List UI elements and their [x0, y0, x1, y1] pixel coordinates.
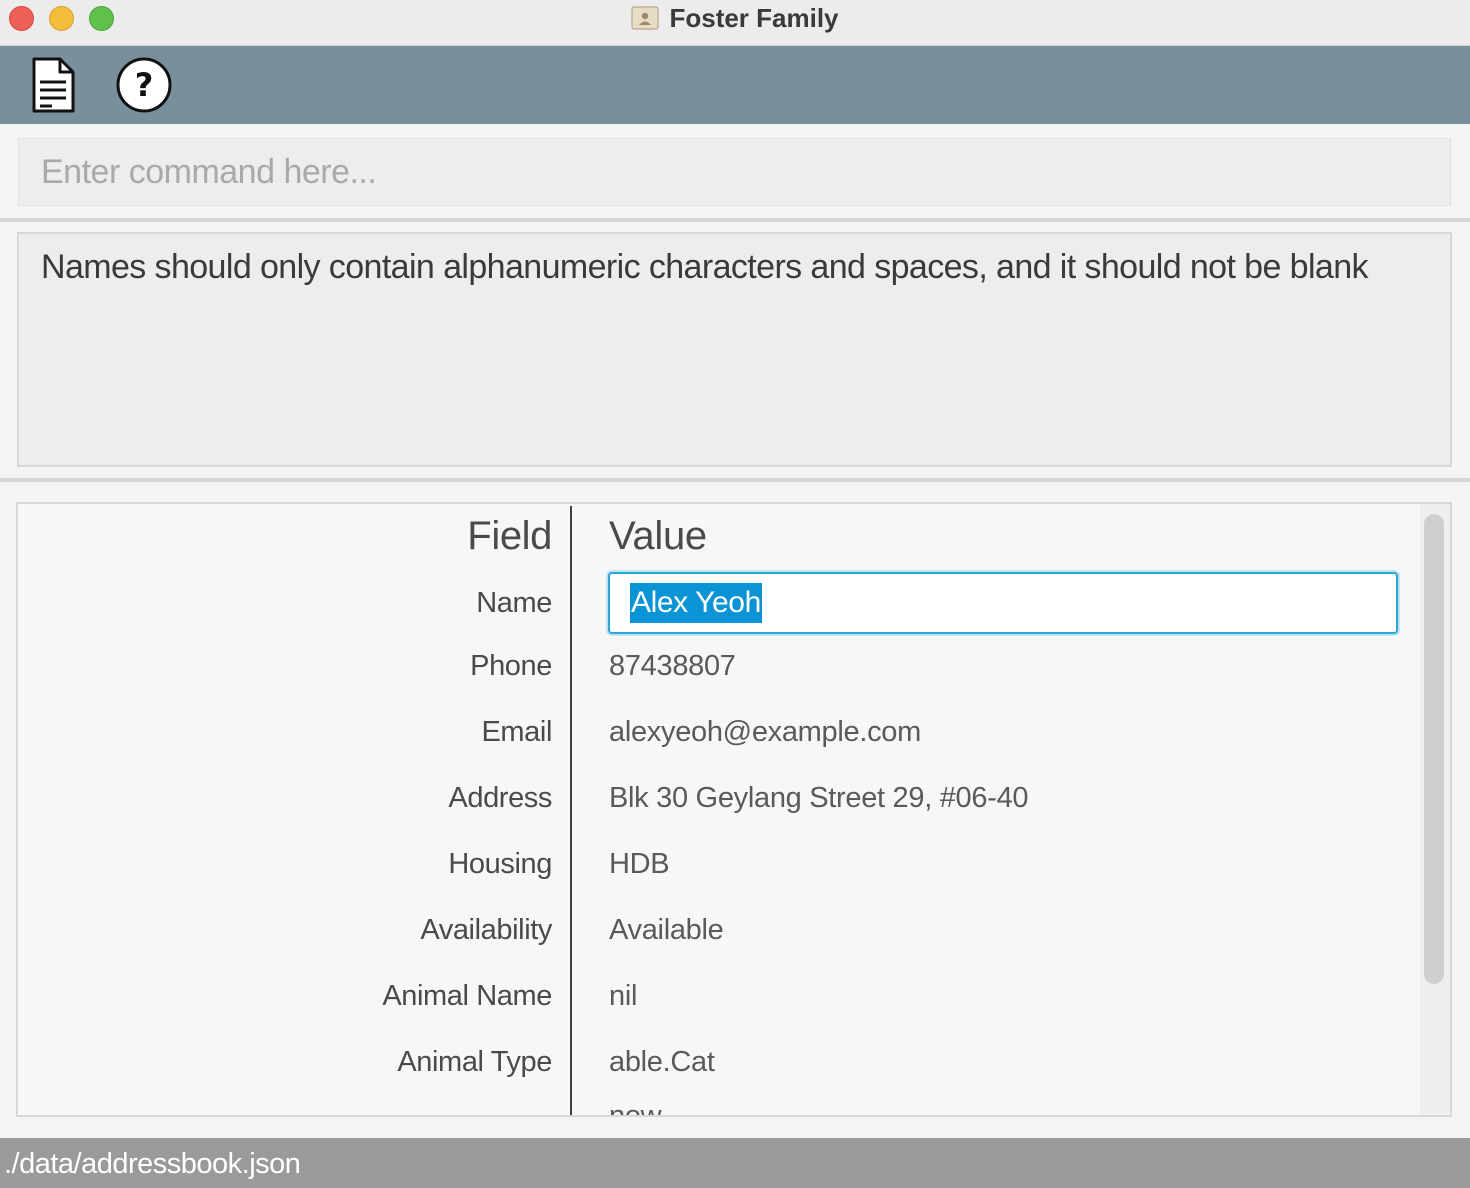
table-row: now	[18, 1100, 1418, 1115]
table-row: Name Alex Yeoh	[18, 572, 1418, 640]
scrollbar-thumb[interactable]	[1424, 514, 1444, 984]
name-selected-text: Alex Yeoh	[630, 583, 762, 623]
table-row: Email alexyeoh@example.com	[18, 716, 1418, 782]
contact-card-icon	[631, 6, 660, 30]
table-header: Field Value	[18, 514, 1418, 580]
name-edit-field[interactable]: Alex Yeoh	[608, 572, 1398, 634]
svg-text:?: ?	[135, 66, 154, 104]
window-title-group: Foster Family	[0, 0, 1470, 36]
window-title: Foster Family	[669, 2, 839, 33]
details-area: Field Value Name Alex Yeoh Phone 8743880…	[0, 482, 1470, 1138]
question-icon: ?	[116, 57, 172, 113]
field-value[interactable]: HDB	[609, 848, 670, 881]
field-label: Phone	[470, 650, 552, 682]
field-value[interactable]: alexyeoh@example.com	[609, 716, 921, 749]
table-row: Availability Available	[18, 914, 1418, 980]
field-label: Animal Name	[382, 980, 552, 1012]
details-table: Field Value Name Alex Yeoh Phone 8743880…	[16, 502, 1452, 1117]
field-label: Animal Type	[397, 1046, 552, 1078]
save-location-path: ./data/addressbook.json	[4, 1148, 301, 1180]
field-column-header: Field	[467, 514, 552, 558]
command-input[interactable]: Enter command here...	[18, 138, 1451, 206]
result-display-area: Names should only contain alphanumeric c…	[0, 222, 1470, 478]
field-value[interactable]: able.Cat	[609, 1046, 715, 1079]
table-row: Address Blk 30 Geylang Street 29, #06-40	[18, 782, 1418, 848]
field-label: Availability	[420, 914, 552, 946]
help-menu-button[interactable]: ?	[114, 56, 174, 114]
table-row: Animal Name nil	[18, 980, 1418, 1046]
field-value[interactable]: 87438807	[609, 650, 736, 683]
field-label: Name	[476, 587, 552, 619]
document-icon	[32, 57, 75, 113]
menu-toolbar: ?	[0, 46, 1470, 124]
title-bar: Foster Family	[0, 0, 1470, 46]
field-label: Housing	[448, 848, 552, 880]
value-column-header: Value	[609, 514, 707, 558]
status-bar: ./data/addressbook.json	[0, 1138, 1470, 1188]
field-value[interactable]: now	[609, 1100, 662, 1115]
table-row: Phone 87438807	[18, 650, 1418, 716]
field-value[interactable]: Blk 30 Geylang Street 29, #06-40	[609, 782, 1029, 815]
field-value[interactable]: Available	[609, 914, 724, 947]
result-display[interactable]: Names should only contain alphanumeric c…	[17, 232, 1452, 467]
field-value[interactable]: nil	[609, 980, 637, 1013]
result-message: Names should only contain alphanumeric c…	[41, 248, 1369, 286]
field-label: Email	[481, 716, 552, 748]
command-placeholder: Enter command here...	[41, 152, 377, 191]
file-menu-button[interactable]	[28, 56, 78, 114]
field-label: Address	[448, 782, 552, 814]
table-row: Housing HDB	[18, 848, 1418, 914]
command-box-area: Enter command here...	[0, 124, 1470, 218]
